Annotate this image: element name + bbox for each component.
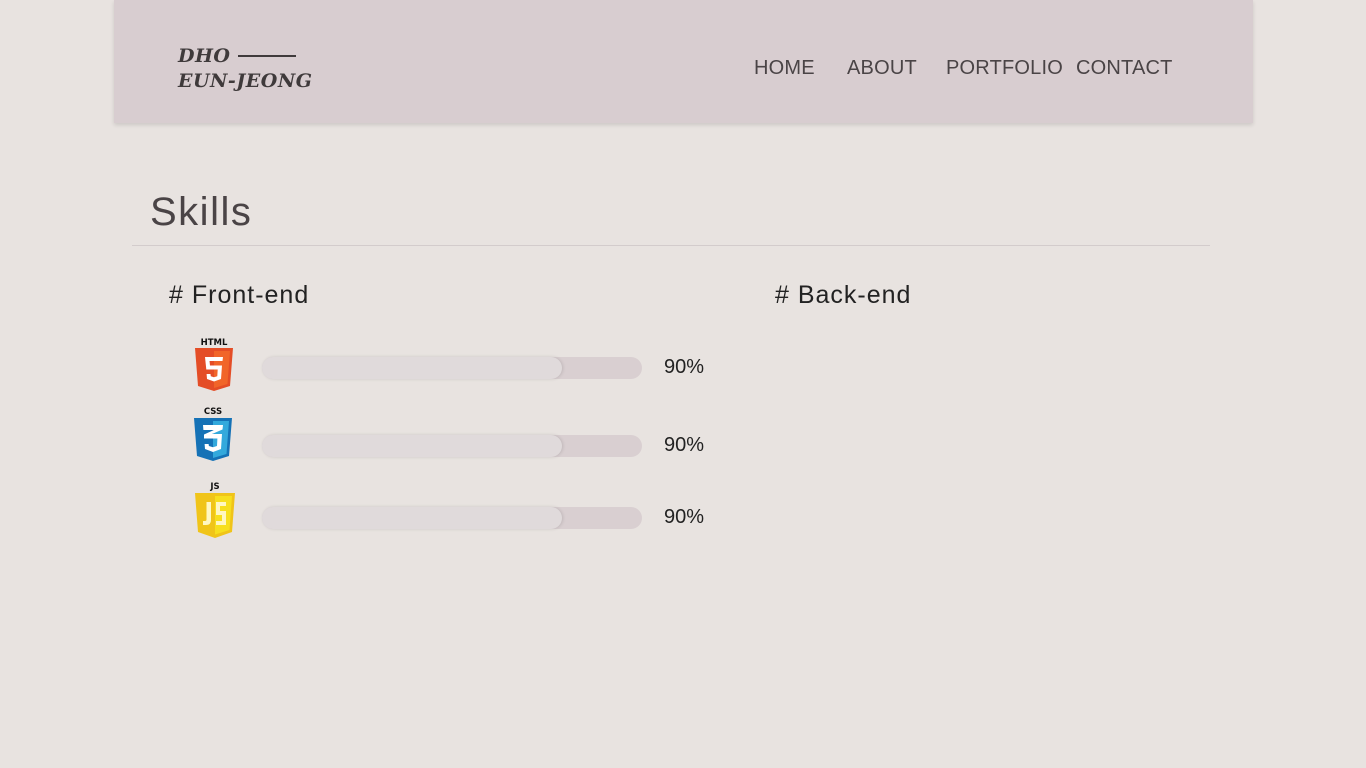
skill-row-css: CSS 90% — [190, 405, 730, 465]
html-progress-track — [262, 357, 642, 379]
backend-heading: # Back-end — [775, 281, 912, 309]
svg-text:JS: JS — [209, 482, 219, 492]
nav-contact-link[interactable]: CONTACT — [1076, 57, 1173, 80]
js-icon: JS — [195, 482, 235, 538]
skill-row-html: HTML 90% — [190, 336, 730, 396]
nav-portfolio-link[interactable]: PORTFOLIO — [946, 57, 1063, 80]
css-progress-track — [262, 435, 642, 457]
js-percent-label: 90% — [664, 506, 705, 528]
js-progress-fill — [262, 507, 562, 529]
skills-title: Skills — [150, 190, 253, 234]
css-progress-fill — [262, 435, 562, 457]
skill-row-js: JS 90% — [190, 480, 730, 540]
svg-text:HTML: HTML — [201, 338, 228, 348]
js-progress-track — [262, 507, 642, 529]
frontend-heading: # Front-end — [169, 281, 310, 309]
site-header: DHO EUN-JEONG HOME ABOUT PORTFOLIO CONTA… — [114, 0, 1253, 123]
html-progress-fill — [262, 357, 562, 379]
nav-home-link[interactable]: HOME — [754, 57, 815, 80]
svg-text:CSS: CSS — [204, 407, 222, 417]
nav-about-link[interactable]: ABOUT — [847, 57, 917, 80]
html5-icon: HTML — [195, 338, 233, 391]
html-percent-label: 90% — [664, 356, 705, 378]
section-divider — [132, 245, 1210, 246]
main-nav: HOME ABOUT PORTFOLIO CONTACT — [114, 57, 1253, 83]
css-percent-label: 90% — [664, 434, 705, 456]
css3-icon: CSS — [194, 407, 232, 461]
